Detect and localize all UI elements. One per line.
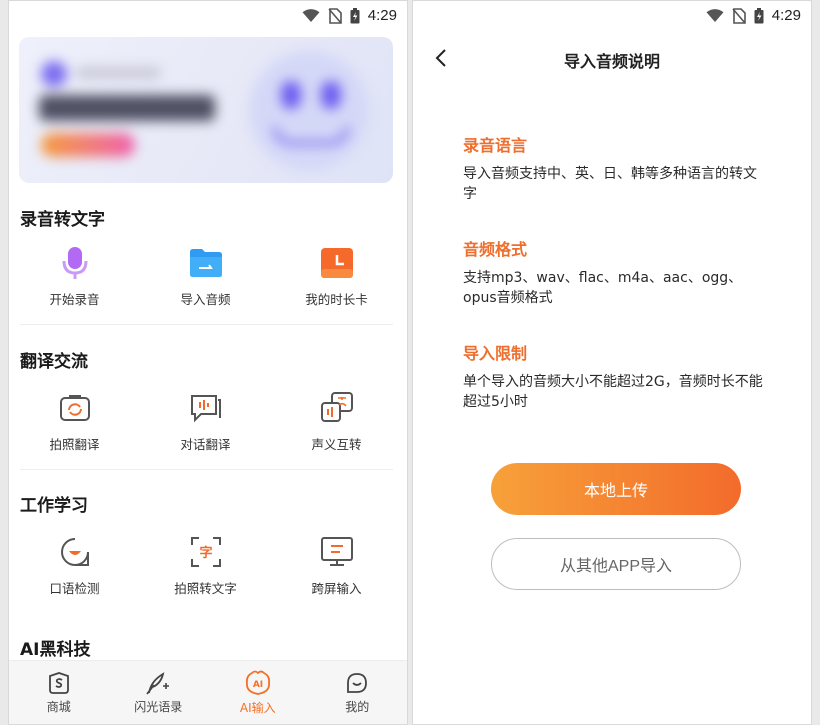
dialog-translate-button[interactable]: 对话翻译 (140, 390, 271, 453)
wifi-icon (706, 8, 724, 22)
wifi-icon (302, 8, 320, 22)
info-text: 导入音频支持中、英、日、韩等多种语言的转文字 (463, 166, 757, 202)
cross-screen-input-button[interactable]: 跨屏输入 (271, 534, 402, 597)
clock-card-icon (319, 245, 355, 281)
photo-to-text-icon: 字 (188, 534, 224, 570)
tab-flash-quotes-label: 闪光语录 (134, 699, 183, 714)
svg-text:字: 字 (199, 545, 212, 561)
section-title-ai: AI黑科技 (20, 640, 91, 660)
info-block-format: 音频格式 支持mp3、wav、flac、m4a、aac、ogg、opus音频格式 (463, 236, 763, 308)
status-time: 4:29 (771, 7, 801, 24)
oral-check-icon (57, 534, 93, 570)
shop-icon (48, 671, 69, 694)
photo-to-text-label: 拍照转文字 (174, 581, 237, 596)
start-recording-label: 开始录音 (49, 292, 100, 307)
microphone-icon (57, 245, 93, 281)
folder-icon (188, 245, 224, 281)
voice-text-convert-label: 声义互转 (311, 437, 362, 452)
svg-text:AI: AI (253, 680, 263, 690)
divider (20, 469, 393, 470)
ai-icon: AI (245, 670, 270, 695)
voice-text-convert-button[interactable]: 声义互转 (271, 390, 402, 453)
no-sim-icon (732, 7, 746, 24)
no-sim-icon (328, 7, 342, 24)
my-time-card-label: 我的时长卡 (305, 292, 368, 307)
info-heading: 导入限制 (463, 344, 528, 363)
import-audio-label: 导入音频 (180, 292, 231, 307)
photo-translate-label: 拍照翻译 (49, 437, 100, 452)
home-screen: 4:29 录音转文字 开始录音 导入音频 我的时长卡 翻译交流 拍照翻译 对话翻… (8, 0, 408, 725)
cross-screen-input-icon (319, 534, 355, 570)
status-bar: 4:29 (9, 1, 407, 33)
smile-icon (347, 672, 368, 693)
tab-shop[interactable]: 商城 (9, 661, 109, 724)
section-title-work: 工作学习 (20, 496, 88, 516)
info-heading: 音频格式 (463, 240, 528, 259)
tab-ai-input-label: AI输入 (239, 700, 276, 715)
import-audio-button[interactable]: 导入音频 (140, 245, 271, 308)
import-audio-info-screen: 4:29 导入音频说明 录音语言 导入音频支持中、英、日、韩等多种语言的转文字 … (412, 0, 812, 725)
dialog-translate-icon (188, 390, 224, 426)
tab-shop-label: 商城 (46, 699, 71, 714)
translate-grid: 拍照翻译 对话翻译 声义互转 (9, 390, 403, 453)
voice-text-convert-icon (319, 390, 355, 426)
nav-bar: 导入音频说明 (413, 37, 811, 79)
info-block-limit: 导入限制 单个导入的音频大小不能超过2G，音频时长不能超过5小时 (463, 340, 763, 412)
section-title-record: 录音转文字 (20, 210, 105, 230)
work-grid: 口语检测 字 拍照转文字 跨屏输入 (9, 534, 403, 597)
promo-banner[interactable] (19, 37, 393, 183)
info-heading: 录音语言 (463, 136, 528, 155)
start-recording-button[interactable]: 开始录音 (9, 245, 140, 308)
page-title: 导入音频说明 (563, 52, 660, 71)
status-bar: 4:29 (413, 1, 811, 33)
camera-translate-icon (57, 390, 93, 426)
info-text: 支持mp3、wav、flac、m4a、aac、ogg、opus音频格式 (463, 270, 743, 306)
quill-icon (146, 671, 170, 695)
import-from-other-app-button[interactable]: 从其他APP导入 (491, 538, 741, 590)
tab-mine[interactable]: 我的 (308, 661, 408, 724)
local-upload-button[interactable]: 本地上传 (491, 463, 741, 515)
tab-ai-input[interactable]: AI AI输入 (208, 661, 308, 724)
oral-check-button[interactable]: 口语检测 (9, 534, 140, 597)
tab-mine-label: 我的 (345, 699, 370, 714)
info-text: 单个导入的音频大小不能超过2G，音频时长不能超过5小时 (463, 374, 763, 410)
bottom-tab-bar: 商城 闪光语录 AI AI输入 我的 (9, 660, 407, 724)
oral-check-label: 口语检测 (49, 581, 100, 596)
section-title-translate: 翻译交流 (20, 352, 88, 372)
cross-screen-input-label: 跨屏输入 (311, 581, 362, 596)
divider (20, 324, 393, 325)
photo-to-text-button[interactable]: 字 拍照转文字 (140, 534, 271, 597)
record-grid: 开始录音 导入音频 我的时长卡 (9, 245, 403, 308)
tab-flash-quotes[interactable]: 闪光语录 (109, 661, 209, 724)
battery-icon (754, 7, 764, 23)
info-block-language: 录音语言 导入音频支持中、英、日、韩等多种语言的转文字 (463, 132, 763, 204)
my-time-card-button[interactable]: 我的时长卡 (271, 245, 402, 308)
dialog-translate-label: 对话翻译 (180, 437, 231, 452)
battery-icon (350, 7, 360, 23)
status-time: 4:29 (367, 7, 397, 24)
photo-translate-button[interactable]: 拍照翻译 (9, 390, 140, 453)
